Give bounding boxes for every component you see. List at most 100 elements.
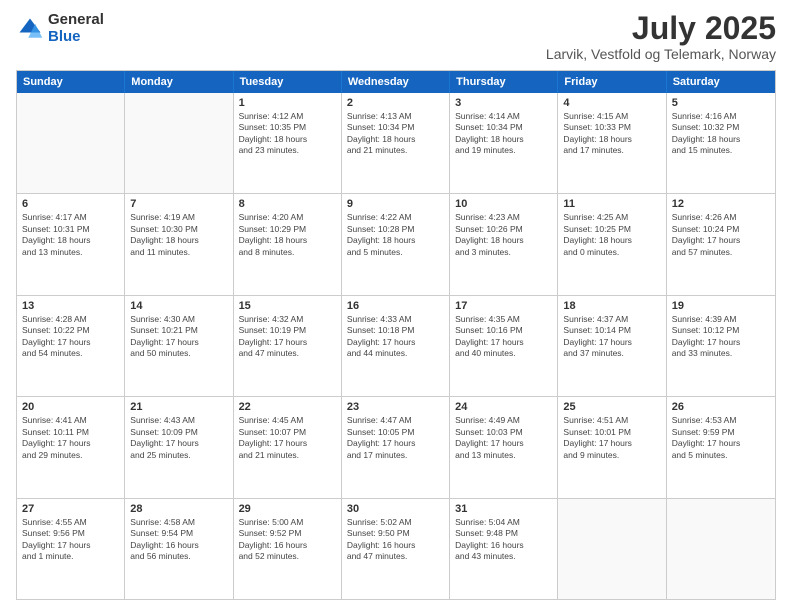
day-info: Sunrise: 4:33 AM Sunset: 10:18 PM Daylig… <box>347 314 444 360</box>
weekday-header-tuesday: Tuesday <box>234 71 342 93</box>
calendar-cell: 11Sunrise: 4:25 AM Sunset: 10:25 PM Dayl… <box>558 194 666 294</box>
day-number: 16 <box>347 300 444 312</box>
title-month: July 2025 <box>546 12 776 44</box>
day-info: Sunrise: 4:25 AM Sunset: 10:25 PM Daylig… <box>563 212 660 258</box>
day-info: Sunrise: 4:16 AM Sunset: 10:32 PM Daylig… <box>672 111 770 157</box>
calendar-cell: 31 Sunrise: 5:04 AM Sunset: 9:48 PM Dayli… <box>450 499 558 599</box>
day-number: 31 <box>455 503 552 515</box>
calendar-cell: 16 Sunrise: 4:33 AM Sunset: 10:18 PM Dayl… <box>342 296 450 396</box>
day-info: Sunrise: 4:58 AM Sunset: 9:54 PM Dayligh… <box>130 517 227 563</box>
calendar-cell: 28 Sunrise: 4:58 AM Sunset: 9:54 PM Dayli… <box>125 499 233 599</box>
day-number: 6 <box>22 198 119 210</box>
day-number: 7 <box>130 198 227 210</box>
day-number: 3 <box>455 97 552 109</box>
calendar: SundayMondayTuesdayWednesdayThursdayFrid… <box>16 70 776 600</box>
day-info: Sunrise: 4:19 AM Sunset: 10:30 PM Daylig… <box>130 212 227 258</box>
day-info: Sunrise: 4:55 AM Sunset: 9:56 PM Dayligh… <box>22 517 119 563</box>
calendar-cell: 24 Sunrise: 4:49 AM Sunset: 10:03 PM Dayl… <box>450 397 558 497</box>
weekday-header-wednesday: Wednesday <box>342 71 450 93</box>
calendar-cell <box>558 499 666 599</box>
calendar-cell: 14 Sunrise: 4:30 AM Sunset: 10:21 PM Dayl… <box>125 296 233 396</box>
day-info: Sunrise: 4:37 AM Sunset: 10:14 PM Daylig… <box>563 314 660 360</box>
calendar-cell: 30 Sunrise: 5:02 AM Sunset: 9:50 PM Dayli… <box>342 499 450 599</box>
calendar-cell <box>17 93 125 193</box>
day-info: Sunrise: 4:26 AM Sunset: 10:24 PM Daylig… <box>672 212 770 258</box>
day-number: 9 <box>347 198 444 210</box>
day-number: 24 <box>455 401 552 413</box>
calendar-row-0: 1Sunrise: 4:12 AM Sunset: 10:35 PM Dayli… <box>17 93 775 193</box>
calendar-cell: 1Sunrise: 4:12 AM Sunset: 10:35 PM Dayli… <box>234 93 342 193</box>
day-number: 25 <box>563 401 660 413</box>
day-info: Sunrise: 4:32 AM Sunset: 10:19 PM Daylig… <box>239 314 336 360</box>
header: General Blue July 2025 Larvik, Vestfold … <box>16 12 776 62</box>
day-info: Sunrise: 4:20 AM Sunset: 10:29 PM Daylig… <box>239 212 336 258</box>
day-info: Sunrise: 4:12 AM Sunset: 10:35 PM Daylig… <box>239 111 336 157</box>
logo-blue: Blue <box>48 28 81 45</box>
day-info: Sunrise: 4:53 AM Sunset: 9:59 PM Dayligh… <box>672 415 770 461</box>
day-info: Sunrise: 4:28 AM Sunset: 10:22 PM Daylig… <box>22 314 119 360</box>
logo-text: General Blue <box>48 12 104 45</box>
calendar-row-1: 6 Sunrise: 4:17 AM Sunset: 10:31 PM Dayli… <box>17 193 775 294</box>
page: General Blue July 2025 Larvik, Vestfold … <box>0 0 792 612</box>
calendar-cell: 22 Sunrise: 4:45 AM Sunset: 10:07 PM Dayl… <box>234 397 342 497</box>
day-number: 14 <box>130 300 227 312</box>
day-info: Sunrise: 5:00 AM Sunset: 9:52 PM Dayligh… <box>239 517 336 563</box>
day-info: Sunrise: 4:30 AM Sunset: 10:21 PM Daylig… <box>130 314 227 360</box>
weekday-header-saturday: Saturday <box>667 71 775 93</box>
calendar-cell: 4Sunrise: 4:15 AM Sunset: 10:33 PM Dayli… <box>558 93 666 193</box>
calendar-cell: 23 Sunrise: 4:47 AM Sunset: 10:05 PM Dayl… <box>342 397 450 497</box>
title-location: Larvik, Vestfold og Telemark, Norway <box>546 46 776 62</box>
day-number: 23 <box>347 401 444 413</box>
calendar-cell: 2 Sunrise: 4:13 AM Sunset: 10:34 PM Dayli… <box>342 93 450 193</box>
day-number: 17 <box>455 300 552 312</box>
day-info: Sunrise: 4:17 AM Sunset: 10:31 PM Daylig… <box>22 212 119 258</box>
day-number: 5 <box>672 97 770 109</box>
calendar-cell: 17 Sunrise: 4:35 AM Sunset: 10:16 PM Dayl… <box>450 296 558 396</box>
calendar-cell: 5 Sunrise: 4:16 AM Sunset: 10:32 PM Dayli… <box>667 93 775 193</box>
calendar-cell: 18Sunrise: 4:37 AM Sunset: 10:14 PM Dayl… <box>558 296 666 396</box>
calendar-cell <box>667 499 775 599</box>
day-number: 15 <box>239 300 336 312</box>
calendar-row-4: 27Sunrise: 4:55 AM Sunset: 9:56 PM Dayli… <box>17 498 775 599</box>
day-number: 30 <box>347 503 444 515</box>
day-info: Sunrise: 4:39 AM Sunset: 10:12 PM Daylig… <box>672 314 770 360</box>
calendar-cell: 6 Sunrise: 4:17 AM Sunset: 10:31 PM Dayli… <box>17 194 125 294</box>
calendar-cell <box>125 93 233 193</box>
day-info: Sunrise: 4:47 AM Sunset: 10:05 PM Daylig… <box>347 415 444 461</box>
day-number: 10 <box>455 198 552 210</box>
logo: General Blue <box>16 12 104 45</box>
calendar-cell: 20 Sunrise: 4:41 AM Sunset: 10:11 PM Dayl… <box>17 397 125 497</box>
calendar-cell: 12 Sunrise: 4:26 AM Sunset: 10:24 PM Dayl… <box>667 194 775 294</box>
logo-general: General <box>48 11 104 28</box>
weekday-header-friday: Friday <box>558 71 666 93</box>
day-info: Sunrise: 4:13 AM Sunset: 10:34 PM Daylig… <box>347 111 444 157</box>
day-info: Sunrise: 5:02 AM Sunset: 9:50 PM Dayligh… <box>347 517 444 563</box>
day-info: Sunrise: 4:49 AM Sunset: 10:03 PM Daylig… <box>455 415 552 461</box>
day-number: 12 <box>672 198 770 210</box>
day-number: 28 <box>130 503 227 515</box>
day-info: Sunrise: 5:04 AM Sunset: 9:48 PM Dayligh… <box>455 517 552 563</box>
weekday-header-sunday: Sunday <box>17 71 125 93</box>
calendar-cell: 3Sunrise: 4:14 AM Sunset: 10:34 PM Dayli… <box>450 93 558 193</box>
calendar-cell: 19Sunrise: 4:39 AM Sunset: 10:12 PM Dayl… <box>667 296 775 396</box>
day-info: Sunrise: 4:41 AM Sunset: 10:11 PM Daylig… <box>22 415 119 461</box>
logo-icon <box>16 15 44 43</box>
day-info: Sunrise: 4:23 AM Sunset: 10:26 PM Daylig… <box>455 212 552 258</box>
day-info: Sunrise: 4:45 AM Sunset: 10:07 PM Daylig… <box>239 415 336 461</box>
calendar-body: 1Sunrise: 4:12 AM Sunset: 10:35 PM Dayli… <box>17 93 775 599</box>
day-info: Sunrise: 4:35 AM Sunset: 10:16 PM Daylig… <box>455 314 552 360</box>
day-number: 29 <box>239 503 336 515</box>
calendar-cell: 25 Sunrise: 4:51 AM Sunset: 10:01 PM Dayl… <box>558 397 666 497</box>
day-info: Sunrise: 4:22 AM Sunset: 10:28 PM Daylig… <box>347 212 444 258</box>
day-number: 22 <box>239 401 336 413</box>
calendar-header: SundayMondayTuesdayWednesdayThursdayFrid… <box>17 71 775 93</box>
day-number: 26 <box>672 401 770 413</box>
day-number: 20 <box>22 401 119 413</box>
day-number: 4 <box>563 97 660 109</box>
calendar-cell: 10 Sunrise: 4:23 AM Sunset: 10:26 PM Dayl… <box>450 194 558 294</box>
title-block: July 2025 Larvik, Vestfold og Telemark, … <box>546 12 776 62</box>
calendar-cell: 9 Sunrise: 4:22 AM Sunset: 10:28 PM Dayli… <box>342 194 450 294</box>
day-number: 2 <box>347 97 444 109</box>
day-info: Sunrise: 4:51 AM Sunset: 10:01 PM Daylig… <box>563 415 660 461</box>
day-number: 13 <box>22 300 119 312</box>
